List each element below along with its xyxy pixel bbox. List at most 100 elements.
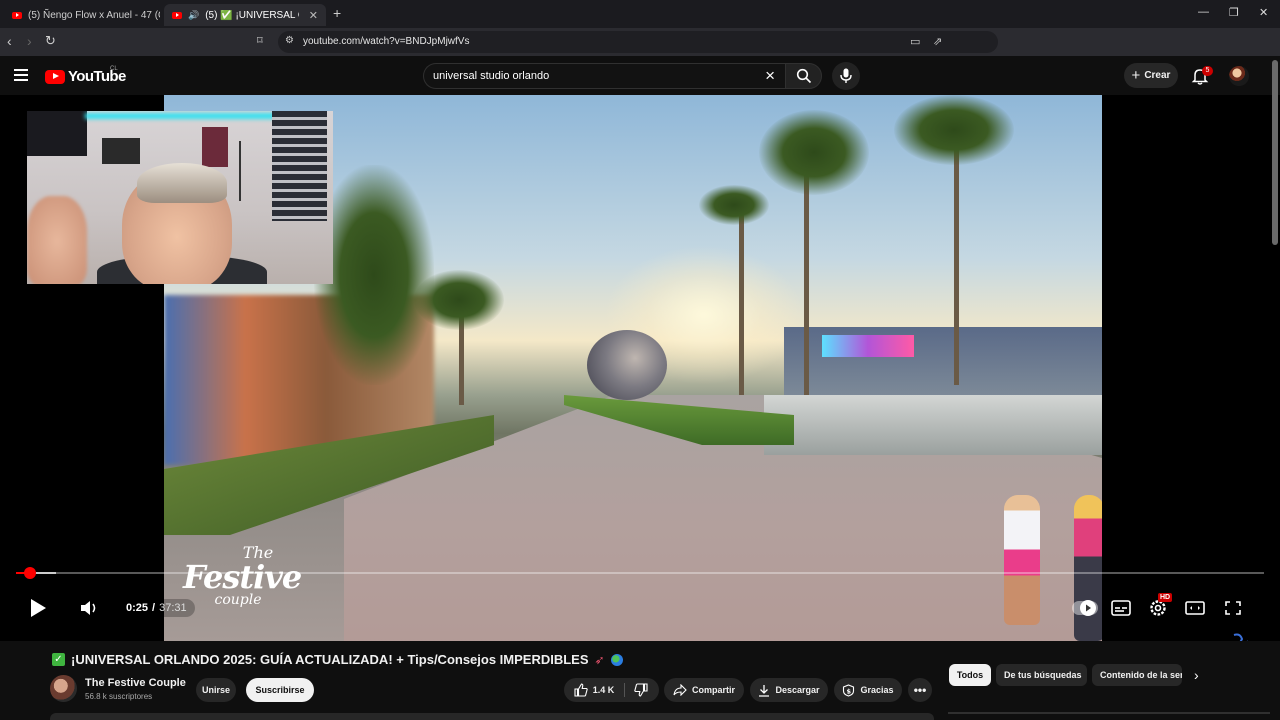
autoplay-knob[interactable] — [1080, 600, 1096, 616]
hd-quality-badge: HD — [1158, 593, 1173, 602]
like-count: 1.4 K — [592, 685, 615, 695]
chips-next-arrow-icon[interactable]: › — [1194, 667, 1199, 683]
download-icon — [759, 684, 770, 697]
share-page-icon[interactable]: ⇗ — [933, 35, 942, 48]
cast-icon[interactable]: ▭ — [910, 35, 920, 48]
chip-series-content[interactable]: Contenido de la ser — [1092, 664, 1182, 686]
webcam-poster — [102, 138, 140, 164]
progress-bar[interactable] — [16, 572, 1264, 574]
video-railing — [764, 395, 1102, 455]
share-button[interactable]: Compartir — [664, 678, 744, 702]
channel-subscriber-count: 56.8 k suscriptores — [85, 692, 153, 701]
video-universal-globe — [587, 330, 667, 400]
youtube-logo-icon — [45, 69, 65, 84]
like-divider — [624, 683, 625, 697]
chip-series-content-label: Contenido de la ser — [1100, 670, 1182, 680]
youtube-favicon-icon — [12, 11, 22, 19]
create-label: Crear — [1144, 70, 1171, 81]
video-person-2 — [1074, 495, 1102, 641]
palm-trunk — [804, 165, 809, 395]
search-input[interactable]: universal studio orlando × — [423, 63, 785, 89]
search-icon — [796, 68, 812, 84]
chip-all[interactable]: Todos — [949, 664, 991, 686]
hamburger-menu-icon[interactable] — [14, 69, 28, 81]
minimize-window-button[interactable]: — — [1198, 6, 1209, 18]
bookmark-icon[interactable]: ⌑ — [257, 34, 263, 47]
notification-count-badge: 5 — [1202, 66, 1213, 76]
forward-icon[interactable]: › — [27, 33, 32, 49]
webcam-overlay — [27, 111, 333, 284]
chip-from-searches-label: De tus búsquedas — [1004, 670, 1082, 680]
webcam-led-strip — [85, 113, 275, 119]
webcam-monitor — [27, 111, 87, 156]
search-button[interactable] — [785, 63, 822, 89]
address-bar[interactable]: ⚙ youtube.com/watch?v=BNDJpMjwfVs ▭ ⇗ — [278, 31, 998, 53]
watermark-line-2: Festive — [183, 558, 302, 596]
youtube-favicon-icon — [172, 11, 182, 19]
create-button[interactable]: + Crear — [1124, 63, 1178, 88]
channel-avatar[interactable] — [50, 675, 77, 702]
user-avatar[interactable] — [1229, 66, 1249, 86]
like-button[interactable]: 1.4 K — [564, 678, 624, 702]
description-box[interactable] — [50, 713, 934, 720]
video-title: ✓ ¡UNIVERSAL ORLANDO 2025: GUÍA ACTUALIZ… — [52, 652, 623, 667]
volume-icon[interactable] — [79, 599, 99, 617]
palm-tree — [759, 110, 869, 195]
play-icon[interactable] — [27, 597, 49, 619]
restore-window-button[interactable]: ❐ — [1229, 6, 1239, 19]
super-thanks-icon: $ — [843, 683, 855, 697]
palm-tree — [699, 185, 769, 225]
new-tab-button[interactable]: + — [333, 5, 341, 21]
close-tab-icon[interactable]: ✕ — [309, 9, 318, 22]
download-button[interactable]: Descargar — [750, 678, 828, 702]
close-window-button[interactable]: ✕ — [1259, 6, 1268, 19]
more-actions-button[interactable]: ••• — [908, 678, 932, 702]
voice-search-button[interactable] — [832, 62, 860, 90]
browser-tab-bar: (5) Ñengo Flow x Anuel - 47 (Official 🔊 … — [0, 0, 1280, 28]
progress-scrubber[interactable] — [24, 567, 36, 579]
theater-mode-icon[interactable] — [1184, 598, 1206, 618]
dislike-button[interactable] — [626, 678, 656, 702]
related-list-edge — [948, 712, 1270, 714]
browser-tab-1[interactable]: (5) Ñengo Flow x Anuel - 47 (Official — [4, 4, 160, 26]
browser-toolbar: ‹ › ↻ ⌑ ⚙ youtube.com/watch?v=BNDJpMjwfV… — [0, 28, 1280, 76]
time-display: 0:25 / 37:31 — [118, 599, 195, 617]
subscribe-button[interactable]: Suscribirse — [246, 678, 314, 702]
thanks-button[interactable]: $ Gracias — [834, 678, 902, 702]
autoplay-play-icon — [1086, 604, 1091, 612]
video-person-1 — [1004, 495, 1040, 625]
youtube-header: YouTube CL universal studio orlando × + … — [0, 56, 1280, 95]
share-label: Compartir — [691, 685, 735, 695]
webcam-poster — [202, 127, 228, 167]
thumbs-up-icon — [574, 683, 588, 697]
page-scrollbar[interactable] — [1272, 60, 1278, 245]
chip-all-label: Todos — [956, 670, 984, 680]
webcam-window-blind — [272, 111, 327, 221]
check-mark-icon: ✓ — [52, 653, 65, 666]
video-billboard — [822, 335, 914, 357]
join-label: Unirse — [201, 685, 230, 695]
chip-from-searches[interactable]: De tus búsquedas — [996, 664, 1087, 686]
speaker-icon: 🔊 — [188, 9, 200, 20]
channel-name[interactable]: The Festive Couple — [85, 677, 186, 689]
channel-branding-icon[interactable] — [1228, 633, 1252, 641]
current-time: 0:25 — [126, 602, 149, 614]
back-icon[interactable]: ‹ — [7, 33, 12, 49]
reload-icon[interactable]: ↻ — [45, 33, 56, 49]
join-button[interactable]: Unirse — [196, 678, 236, 702]
webcam-hair — [137, 163, 227, 203]
download-label: Descargar — [775, 685, 820, 695]
plus-icon: + — [1131, 67, 1141, 84]
microphone-icon — [840, 68, 852, 83]
clear-search-icon[interactable]: × — [765, 66, 775, 86]
palm-trunk — [739, 205, 744, 395]
tab-1-label: (5) Ñengo Flow x Anuel - 47 (Official — [28, 9, 160, 21]
subtitles-icon[interactable] — [1110, 598, 1132, 618]
fullscreen-icon[interactable] — [1222, 598, 1244, 618]
share-icon — [673, 684, 687, 696]
globe-emoji-icon — [610, 653, 623, 666]
subscribe-label: Suscribirse — [255, 685, 305, 695]
site-info-icon[interactable]: ⚙ — [285, 35, 294, 46]
country-code: CL — [110, 66, 118, 72]
browser-tab-2[interactable]: 🔊 (5) ✅ ¡UNIVERSAL ORLAND ✕ — [164, 4, 326, 26]
